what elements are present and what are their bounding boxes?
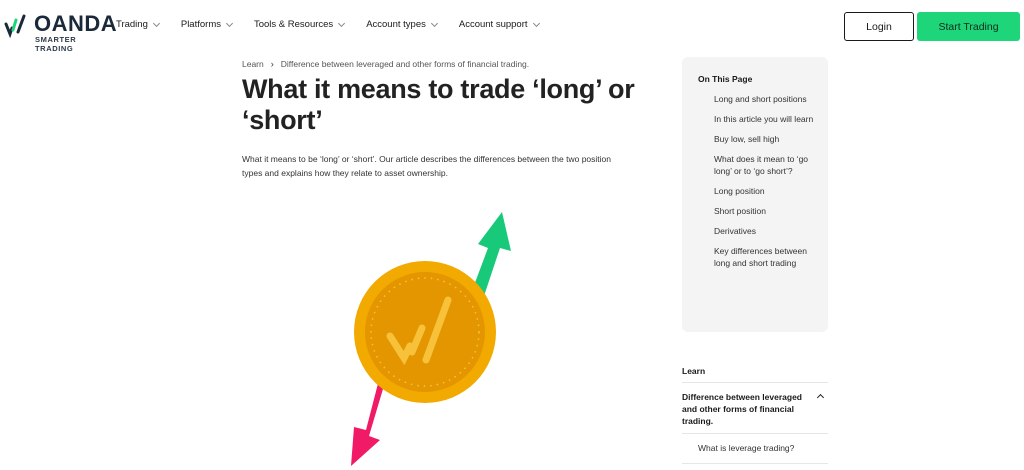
gold-coin-icon (354, 261, 496, 403)
toc-item[interactable]: What does it mean to ‘go long’ or to ‘go… (714, 153, 814, 177)
toc-title: On This Page (698, 74, 753, 84)
page-title: What it means to trade ‘long’ or ‘short’ (242, 74, 635, 135)
learn-heading[interactable]: Learn (682, 366, 828, 376)
breadcrumb-separator-icon: › (270, 59, 274, 69)
long-short-coin-illustration (351, 212, 511, 466)
start-trading-button[interactable]: Start Trading (917, 12, 1020, 41)
toc-item[interactable]: Derivatives (714, 225, 814, 237)
login-button[interactable]: Login (844, 12, 914, 41)
breadcrumb-current[interactable]: Difference between leveraged and other f… (281, 59, 529, 69)
article-intro: What it means to be ‘long’ or ‘short’. O… (242, 154, 611, 178)
nav-platforms[interactable]: Platforms (180, 19, 234, 30)
chevron-down-icon (225, 19, 234, 27)
site-header: OANDA SMARTER TRADING Trading Platforms … (0, 0, 1024, 53)
chevron-down-icon (152, 19, 160, 27)
divider (682, 463, 828, 464)
toc-item[interactable]: Long and short positions (714, 93, 814, 105)
nav-label: Platforms (180, 19, 221, 30)
nav-label: Account support (458, 19, 528, 30)
divider (682, 433, 828, 434)
brand-tagline: SMARTER TRADING (35, 35, 77, 53)
breadcrumb: Learn › Difference between leveraged and… (242, 59, 529, 69)
nav-label: Account types (366, 19, 426, 30)
chevron-down-icon (430, 19, 438, 27)
chevron-up-icon[interactable] (816, 393, 825, 402)
on-this-page-panel: On This Page Long and short positions In… (682, 57, 828, 332)
toc-list: Long and short positions In this article… (714, 93, 814, 277)
nav-label: Tools & Resources (253, 19, 334, 30)
divider (682, 382, 828, 383)
oanda-logo-mark-icon (4, 14, 26, 38)
learn-sub-item[interactable]: What is leverage trading? (698, 443, 794, 453)
nav-label: Trading (116, 19, 148, 30)
main-nav: Trading Platforms Tools & Resources Acco… (116, 19, 561, 30)
nav-account-types[interactable]: Account types (366, 19, 438, 30)
toc-item[interactable]: Buy low, sell high (714, 133, 814, 145)
toc-item[interactable]: Short position (714, 205, 814, 217)
nav-tools-resources[interactable]: Tools & Resources (253, 19, 346, 30)
toc-item[interactable]: Key differences between long and short t… (714, 245, 814, 269)
chevron-down-icon (532, 19, 540, 27)
learn-section-leverage[interactable]: Difference between leveraged and other f… (682, 391, 812, 427)
oanda-logo[interactable]: OANDA SMARTER TRADING (4, 11, 118, 53)
breadcrumb-learn-link[interactable]: Learn (242, 59, 264, 69)
toc-item[interactable]: Long position (714, 185, 814, 197)
nav-account-support[interactable]: Account support (458, 19, 540, 30)
toc-item[interactable]: In this article you will learn (714, 113, 814, 125)
nav-trading[interactable]: Trading (116, 19, 160, 30)
learn-navigation: Learn Difference between leveraged and o… (682, 366, 828, 464)
brand-name: OANDA (34, 11, 118, 36)
chevron-down-icon (338, 19, 346, 27)
